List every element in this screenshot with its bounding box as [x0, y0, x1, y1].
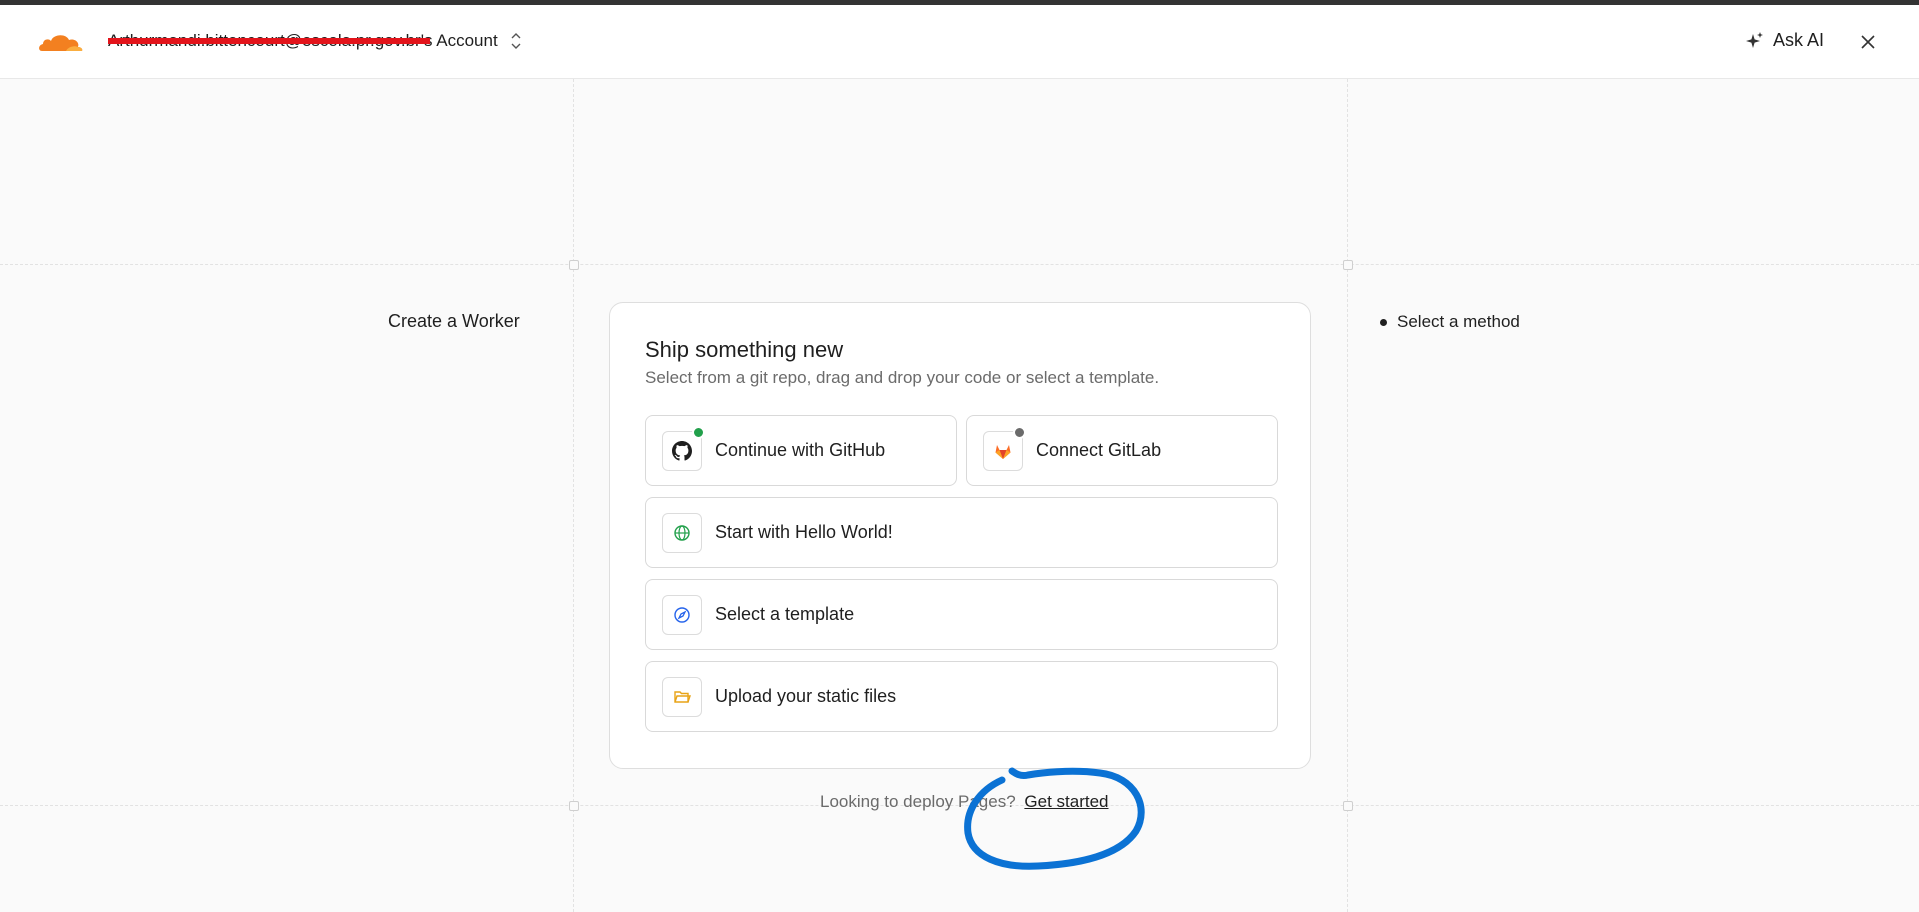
- guide-line: [1347, 79, 1348, 912]
- github-icon: [672, 440, 692, 461]
- hello-world-label: Start with Hello World!: [715, 522, 893, 542]
- connected-status-dot: [692, 425, 705, 439]
- annotation-circle: [964, 767, 1145, 870]
- chevron-up-down-icon: [511, 33, 521, 49]
- deploy-pages-footer: Looking to deploy Pages? Get started: [820, 792, 1109, 812]
- continue-github-button[interactable]: Continue with GitHub: [645, 415, 957, 486]
- redaction-mark: [108, 38, 430, 44]
- ask-ai-button[interactable]: Ask AI: [1745, 30, 1824, 51]
- guide-corner: [569, 260, 579, 270]
- connect-gitlab-button[interactable]: Connect GitLab: [966, 415, 1278, 486]
- card-title: Ship something new: [645, 337, 844, 362]
- card-subtitle: Select from a git repo, drag and drop yo…: [645, 368, 1160, 387]
- step-indicator: Select a method: [1380, 312, 1520, 332]
- select-template-label: Select a template: [715, 604, 855, 624]
- gitlab-icon-box: [983, 425, 1026, 471]
- gitlab-icon: [995, 444, 1011, 459]
- ship-card: Ship something new Select from a git rep…: [609, 302, 1311, 769]
- github-label: Continue with GitHub: [715, 440, 886, 460]
- step-dot: [1380, 318, 1387, 326]
- get-started-link[interactable]: Get started: [1024, 792, 1108, 811]
- globe-icon: [674, 524, 690, 541]
- guide-line: [0, 264, 1919, 265]
- github-icon-box: [662, 425, 705, 471]
- folder-icon: [674, 690, 691, 703]
- folder-icon-box: [662, 676, 702, 717]
- hello-world-button[interactable]: Start with Hello World!: [645, 497, 1278, 568]
- select-template-button[interactable]: Select a template: [645, 579, 1278, 650]
- close-icon[interactable]: [1858, 32, 1878, 52]
- top-header: Arthurmandi.bittencourt@escola.pr.gov.br…: [0, 5, 1919, 79]
- guide-corner: [569, 801, 579, 811]
- disconnected-status-dot: [1013, 425, 1026, 439]
- compass-icon-box: [662, 594, 702, 635]
- compass-icon: [674, 606, 690, 623]
- account-switcher[interactable]: Arthurmandi.bittencourt@escola.pr.gov.br…: [108, 31, 522, 51]
- page-title: Create a Worker: [388, 311, 520, 331]
- guide-corner: [1343, 801, 1353, 811]
- globe-icon-box: [662, 512, 702, 553]
- guide-line: [573, 79, 574, 912]
- guide-corner: [1343, 260, 1353, 270]
- cloudflare-logo[interactable]: [36, 29, 84, 57]
- deploy-pages-text: Looking to deploy Pages?: [820, 792, 1016, 811]
- sparkle-icon: [1746, 31, 1763, 48]
- ask-ai-label: Ask AI: [1773, 30, 1825, 50]
- upload-static-files-button[interactable]: Upload your static files: [645, 661, 1278, 732]
- step-label: Select a method: [1397, 312, 1520, 331]
- upload-label: Upload your static files: [715, 686, 897, 706]
- gitlab-label: Connect GitLab: [1036, 440, 1162, 460]
